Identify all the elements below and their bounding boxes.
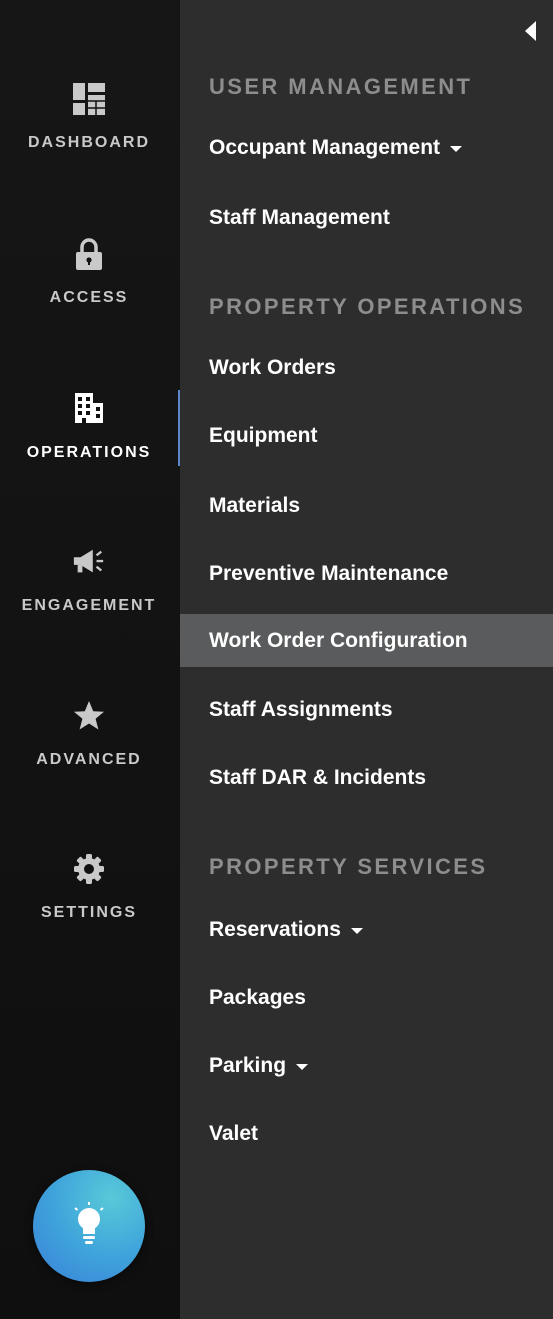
section-title-user-management: USER MANAGEMENT (209, 74, 473, 99)
primary-nav-rail: DASHBOARD ACCESS OPERATIONS ENGAGEMENT A… (0, 0, 180, 1319)
rail-item-label: SETTINGS (40, 904, 137, 921)
rail-item-operations[interactable]: OPERATIONS (0, 378, 180, 498)
menu-item-preventive-maintenance[interactable]: Preventive Maintenance (180, 551, 553, 597)
menu-item-parking[interactable]: Parking (180, 1043, 553, 1089)
rail-item-label: DASHBOARD (28, 134, 150, 151)
menu-item-label: Equipment (209, 424, 318, 447)
menu-item-label: Staff Management (209, 206, 390, 229)
chevron-down-icon (450, 146, 463, 152)
menu-item-label: Staff Assignments (209, 698, 393, 721)
menu-item-label: Valet (209, 1122, 259, 1145)
lightbulb-icon (71, 1201, 107, 1251)
menu-item-staff-assignments[interactable]: Staff Assignments (180, 687, 553, 733)
menu-item-equipment[interactable]: Equipment (180, 413, 553, 459)
section-title-property-services: PROPERTY SERVICES (209, 854, 488, 879)
menu-item-packages[interactable]: Packages (180, 975, 553, 1021)
help-tips-button[interactable] (33, 1170, 145, 1282)
chevron-down-icon (296, 1064, 309, 1070)
menu-item-work-order-configuration[interactable]: Work Order Configuration (180, 614, 553, 667)
rail-item-label: ENGAGEMENT (21, 597, 157, 614)
menu-item-label: Preventive Maintenance (209, 562, 449, 585)
megaphone-icon (72, 545, 106, 579)
app-root: DASHBOARD ACCESS OPERATIONS ENGAGEMENT A… (0, 0, 553, 1319)
rail-item-settings[interactable]: SETTINGS (0, 840, 180, 960)
secondary-menu-panel: USER MANAGEMENT Occupant Management Staf… (180, 0, 553, 1319)
menu-item-occupant-management[interactable]: Occupant Management (180, 125, 553, 171)
menu-item-label: Reservations (209, 918, 341, 941)
menu-item-materials[interactable]: Materials (180, 483, 553, 529)
lock-icon (72, 237, 106, 271)
rail-item-access[interactable]: ACCESS (0, 225, 180, 345)
menu-item-label: Work Orders (209, 356, 336, 379)
star-icon (72, 699, 106, 733)
menu-item-label: Parking (209, 1054, 287, 1077)
building-icon (72, 390, 106, 424)
menu-item-reservations[interactable]: Reservations (180, 907, 553, 953)
menu-item-valet[interactable]: Valet (180, 1111, 553, 1157)
rail-item-label: ACCESS (49, 289, 129, 306)
menu-item-label: Staff DAR & Incidents (209, 766, 427, 789)
chevron-down-icon (350, 928, 363, 934)
rail-item-advanced[interactable]: ADVANCED (0, 687, 180, 807)
rail-item-dashboard[interactable]: DASHBOARD (0, 70, 180, 190)
dashboard-icon (72, 82, 106, 116)
collapse-left-icon (525, 20, 537, 46)
collapse-panel-button[interactable] (521, 20, 541, 46)
menu-item-label: Work Order Configuration (209, 628, 468, 652)
menu-item-label: Occupant Management (209, 136, 441, 159)
menu-item-label: Packages (209, 986, 306, 1009)
menu-item-work-orders[interactable]: Work Orders (180, 345, 553, 391)
menu-item-staff-management[interactable]: Staff Management (180, 195, 553, 241)
rail-item-label: ADVANCED (36, 751, 142, 768)
gear-icon (72, 852, 106, 886)
menu-item-label: Materials (209, 494, 301, 517)
section-title-property-operations: PROPERTY OPERATIONS (209, 294, 526, 319)
rail-item-label: OPERATIONS (26, 444, 152, 461)
menu-item-staff-dar-incidents[interactable]: Staff DAR & Incidents (180, 755, 553, 801)
rail-item-engagement[interactable]: ENGAGEMENT (0, 533, 180, 653)
